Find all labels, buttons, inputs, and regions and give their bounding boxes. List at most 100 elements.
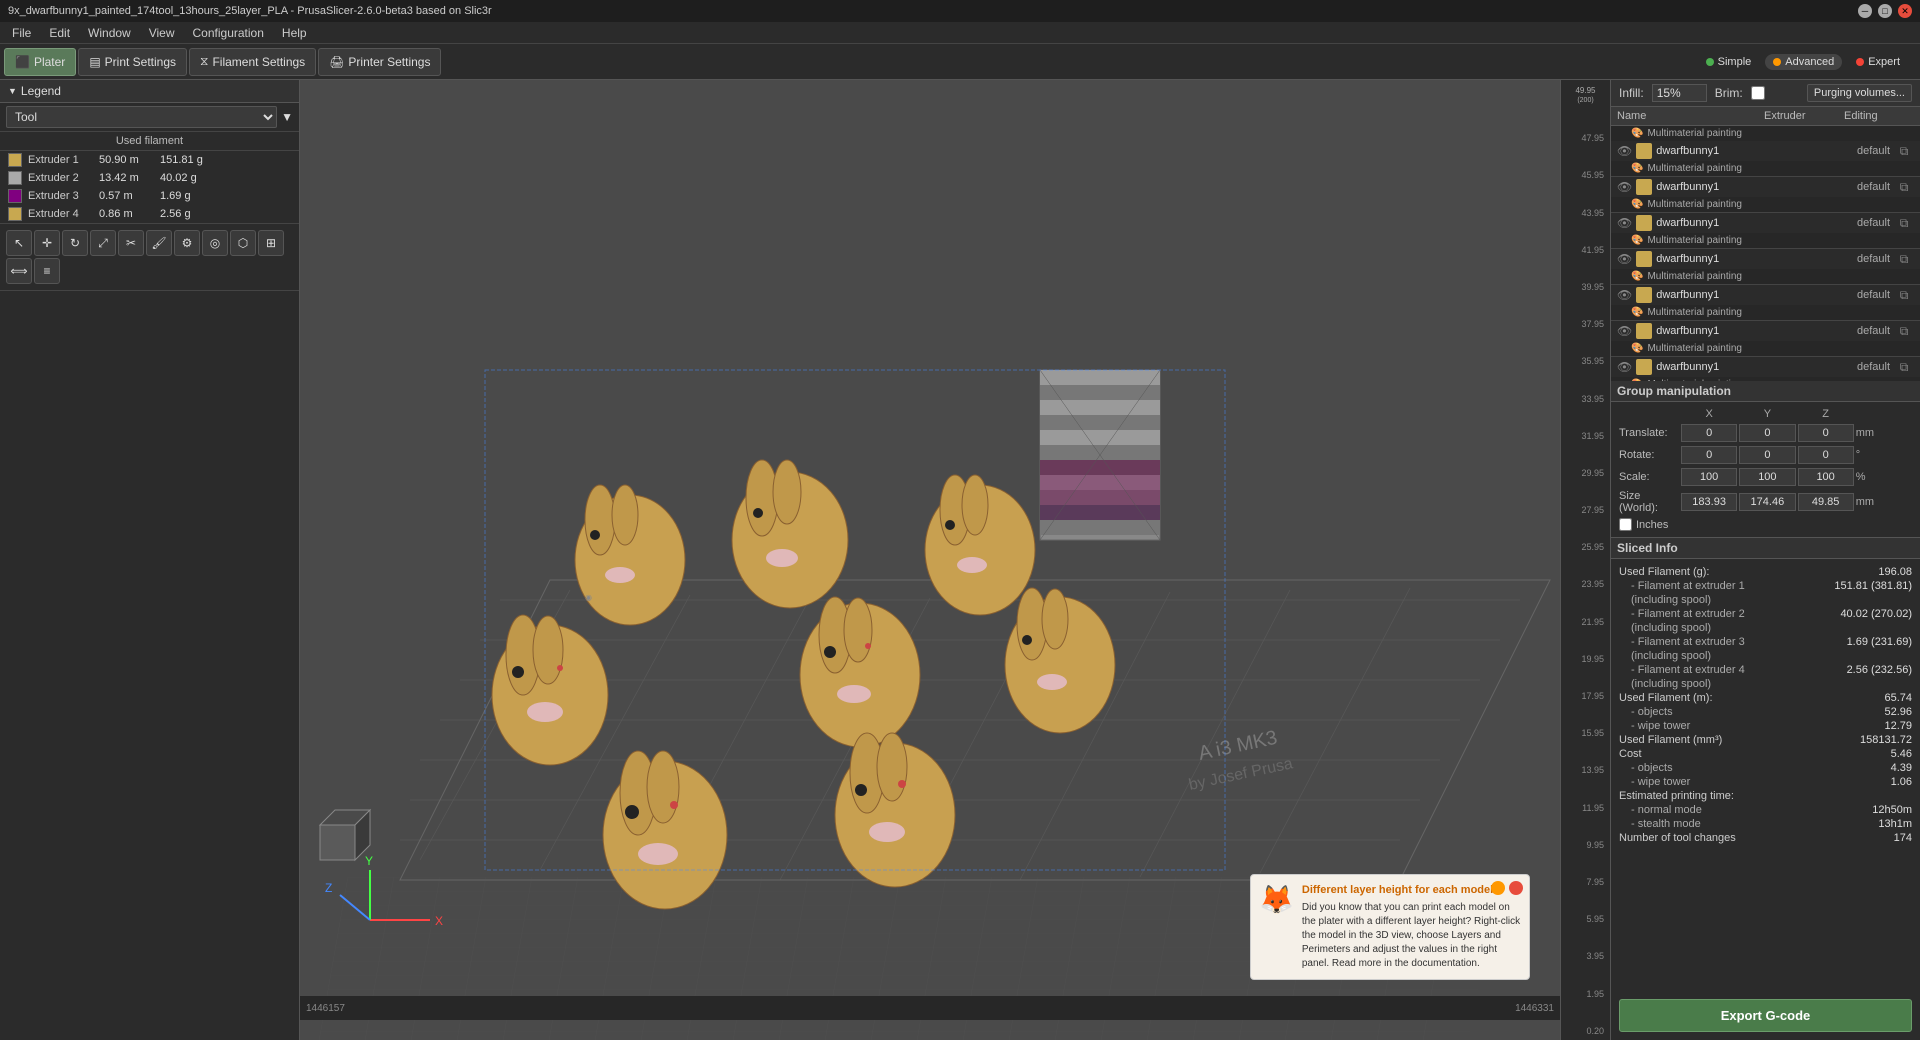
rotate-y-input[interactable] — [1739, 446, 1795, 464]
eye-icon[interactable]: 👁 — [1617, 252, 1632, 266]
translate-row: Translate: mm — [1619, 424, 1912, 442]
obj-edit-icon[interactable]: ⧉ — [1894, 288, 1914, 303]
plater-button[interactable]: ⬛ Plater — [4, 48, 76, 76]
eye-icon[interactable]: 👁 — [1617, 360, 1632, 374]
simple-label: Simple — [1718, 56, 1752, 68]
obj-edit-icon[interactable]: ⧉ — [1894, 216, 1914, 231]
mode-simple-button[interactable]: Simple — [1698, 54, 1760, 70]
obj-edit-icon[interactable]: ⧉ — [1894, 180, 1914, 195]
tool-cut[interactable]: ✂ — [118, 230, 144, 256]
scale-z-input[interactable] — [1798, 468, 1854, 486]
expert-dot — [1856, 58, 1864, 66]
menu-configuration[interactable]: Configuration — [185, 24, 272, 42]
object-row[interactable]: 👁 dwarfbunny1 default ⧉ — [1611, 141, 1920, 161]
coord-left: 1446157 — [306, 1003, 345, 1014]
tool-layers[interactable]: ≡ — [34, 258, 60, 284]
extruder1-length: 151.81 g — [160, 154, 210, 166]
tool-mirror[interactable]: ⟺ — [6, 258, 32, 284]
rotate-x-input[interactable] — [1681, 446, 1737, 464]
inches-checkbox[interactable] — [1619, 518, 1632, 531]
size-x-input[interactable] — [1681, 493, 1737, 511]
tool-changes-row: Number of tool changes 174 — [1619, 831, 1912, 845]
translate-x-input[interactable] — [1681, 424, 1737, 442]
ext1-label: - Filament at extruder 1 — [1631, 580, 1745, 592]
object-row[interactable]: 👁 dwarfbunny1 default ⧉ — [1611, 321, 1920, 341]
ext3-label: - Filament at extruder 3 — [1631, 636, 1745, 648]
header-editing: Editing — [1844, 110, 1914, 122]
size-z-input[interactable] — [1798, 493, 1854, 511]
tool-fdm[interactable]: ⬡ — [230, 230, 256, 256]
y-axis-header: Y — [1739, 408, 1795, 420]
brim-checkbox[interactable] — [1751, 86, 1765, 100]
obj-edit-icon[interactable]: ⧉ — [1894, 144, 1914, 159]
print-settings-icon: ▤ — [89, 55, 100, 69]
extruder4-color — [8, 207, 22, 221]
purging-volumes-button[interactable]: Purging volumes... — [1807, 84, 1912, 102]
ext2-note: (including spool) — [1631, 622, 1711, 634]
tool-move[interactable]: ✛ — [34, 230, 60, 256]
eye-icon[interactable]: 👁 — [1617, 216, 1632, 230]
tool-scale[interactable]: ⤢ — [90, 230, 116, 256]
object-section: 👁 dwarfbunny1 default ⧉ 🎨 Multimaterial … — [1611, 321, 1920, 357]
obj-sub-row: 🎨 Multimaterial painting — [1611, 233, 1920, 248]
obj-extruder: default — [1830, 361, 1890, 373]
tool-filter-select[interactable]: Tool — [6, 106, 277, 128]
tooltip-pin-button[interactable] — [1491, 881, 1505, 895]
obj-extruder: default — [1830, 325, 1890, 337]
translate-y-input[interactable] — [1739, 424, 1795, 442]
tool-supports[interactable]: ⚙ — [174, 230, 200, 256]
object-row[interactable]: 👁 dwarfbunny1 default ⧉ — [1611, 249, 1920, 269]
object-row[interactable]: 👁 dwarfbunny1 default ⧉ — [1611, 285, 1920, 305]
menu-edit[interactable]: Edit — [41, 24, 78, 42]
extruder3-length: 1.69 g — [160, 190, 210, 202]
infill-input[interactable] — [1652, 84, 1707, 102]
rotate-z-input[interactable] — [1798, 446, 1854, 464]
printer-settings-button[interactable]: 🖨 Printer Settings — [318, 48, 441, 76]
export-gcode-button[interactable]: Export G-code — [1619, 999, 1912, 1032]
size-y-input[interactable] — [1739, 493, 1795, 511]
printer-settings-icon: 🖨 — [329, 55, 344, 69]
wipe-m-row: - wipe tower 12.79 — [1619, 719, 1912, 733]
tool-arrange[interactable]: ⊞ — [258, 230, 284, 256]
advanced-label: Advanced — [1785, 56, 1834, 68]
object-row[interactable]: 👁 dwarfbunny1 default ⧉ — [1611, 213, 1920, 233]
infill-label: Infill: — [1619, 86, 1644, 100]
object-row[interactable]: 👁 dwarfbunny1 default ⧉ — [1611, 177, 1920, 197]
cost-wipe-row: - wipe tower 1.06 — [1619, 775, 1912, 789]
menu-help[interactable]: Help — [274, 24, 315, 42]
eye-icon[interactable]: 👁 — [1617, 324, 1632, 338]
ext4-note: (including spool) — [1631, 678, 1711, 690]
tool-rotate[interactable]: ↻ — [62, 230, 88, 256]
eye-icon[interactable]: 👁 — [1617, 288, 1632, 302]
eye-icon[interactable]: 👁 — [1617, 144, 1632, 158]
viewport[interactable]: 49.95(200) 47.95 45.95 43.95 41.95 39.95… — [300, 80, 1610, 1040]
obj-edit-icon[interactable]: ⧉ — [1894, 324, 1914, 339]
object-row[interactable]: 👁 dwarfbunny1 default ⧉ — [1611, 357, 1920, 377]
tool-paint[interactable]: 🖌 — [146, 230, 172, 256]
plater-icon: ⬛ — [15, 55, 30, 69]
manip-headers: X Y Z — [1619, 408, 1912, 420]
obj-color-swatch — [1636, 179, 1652, 195]
menu-file[interactable]: File — [4, 24, 39, 42]
scale-y-input[interactable] — [1739, 468, 1795, 486]
menu-window[interactable]: Window — [80, 24, 139, 42]
mode-expert-button[interactable]: Expert — [1848, 54, 1908, 70]
obj-extruder: default — [1830, 217, 1890, 229]
translate-z-input[interactable] — [1798, 424, 1854, 442]
tool-seam[interactable]: ◎ — [202, 230, 228, 256]
cost-row: Cost 5.46 — [1619, 747, 1912, 761]
tooltip-close-button[interactable] — [1509, 881, 1523, 895]
print-settings-button[interactable]: ▤ Print Settings — [78, 48, 187, 76]
cost-value: 5.46 — [1891, 748, 1912, 760]
mode-advanced-button[interactable]: Advanced — [1765, 54, 1842, 70]
tool-select[interactable]: ↖ — [6, 230, 32, 256]
minimize-button[interactable]: ─ — [1858, 4, 1872, 18]
obj-edit-icon[interactable]: ⧉ — [1894, 252, 1914, 267]
filament-settings-button[interactable]: ⧖ Filament Settings — [189, 48, 316, 76]
scale-x-input[interactable] — [1681, 468, 1737, 486]
maximize-button[interactable]: □ — [1878, 4, 1892, 18]
obj-edit-icon[interactable]: ⧉ — [1894, 360, 1914, 375]
close-button[interactable]: ✕ — [1898, 4, 1912, 18]
eye-icon[interactable]: 👁 — [1617, 180, 1632, 194]
menu-view[interactable]: View — [141, 24, 183, 42]
